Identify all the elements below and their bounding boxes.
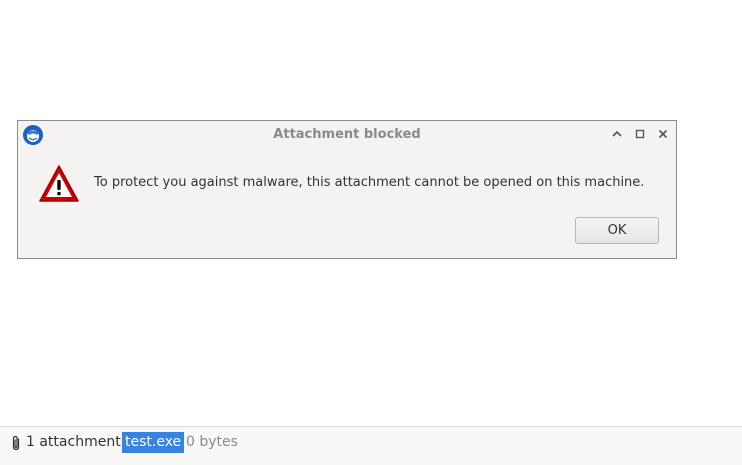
dialog-title: Attachment blocked xyxy=(273,127,421,142)
mail-window: Attachment blocked To protect you agains… xyxy=(0,0,742,465)
warning-icon xyxy=(38,164,80,204)
maximize-icon[interactable] xyxy=(633,127,647,141)
dialog-titlebar[interactable]: Attachment blocked xyxy=(18,121,676,149)
attachment-file-size: 0 bytes xyxy=(186,434,238,450)
chevron-up-icon[interactable] xyxy=(610,127,624,141)
attachment-bar: 1 attachment: test.exe 0 bytes xyxy=(0,426,742,465)
paperclip-icon xyxy=(10,435,22,451)
close-icon[interactable] xyxy=(656,127,670,141)
dialog-message: To protect you against malware, this att… xyxy=(94,175,645,190)
attachment-count-label: 1 attachment: xyxy=(26,434,126,450)
attachment-blocked-dialog: Attachment blocked To protect you agains… xyxy=(17,120,677,259)
ok-button[interactable]: OK xyxy=(575,217,659,244)
attachment-file-item[interactable]: test.exe xyxy=(122,432,185,453)
